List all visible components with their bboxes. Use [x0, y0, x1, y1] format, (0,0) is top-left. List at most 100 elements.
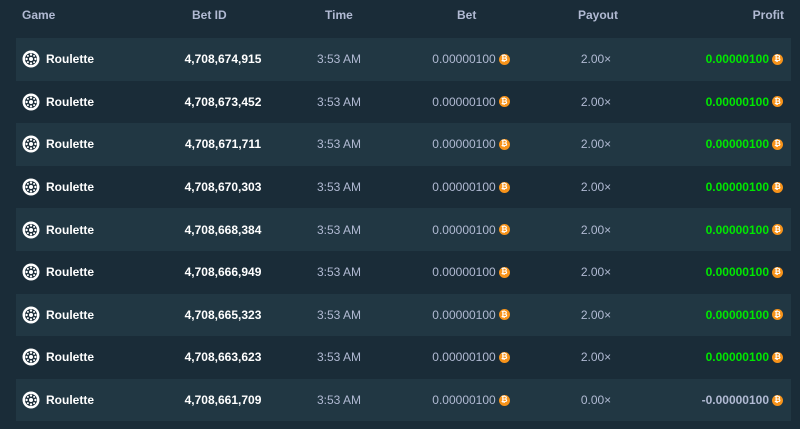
game-cell[interactable]: Roulette — [22, 123, 94, 166]
bet-id[interactable]: 4,708,666,949 — [185, 265, 262, 279]
table-header: Game Bet ID Time Bet Payout Profit — [0, 0, 800, 32]
bet-amount-cell: 0.00000100 ₿ — [416, 208, 526, 251]
bitcoin-coin-icon: ₿ — [498, 96, 510, 108]
payout-cell: 2.00× — [556, 251, 636, 294]
payout-multiplier: 2.00× — [580, 94, 612, 109]
bitcoin-coin-icon: ₿ — [772, 138, 783, 150]
column-header-payout: Payout — [578, 8, 619, 22]
bet-id-cell[interactable]: 4,708,670,303 — [146, 166, 300, 209]
table-row[interactable]: Roulette 4,708,665,323 3:53 AM 0.0000010… — [16, 293, 791, 337]
bet-id-cell[interactable]: 4,708,663,623 — [146, 336, 300, 379]
roulette-wheel-icon — [22, 348, 40, 366]
game-cell[interactable]: Roulette — [22, 208, 94, 251]
bet-amount: 0.00000100 — [432, 393, 496, 408]
table-row[interactable]: Roulette 4,708,666,949 3:53 AM 0.0000010… — [16, 251, 791, 294]
game-name[interactable]: Roulette — [46, 308, 94, 322]
table-body: Roulette 4,708,674,915 3:53 AM 0.0000010… — [16, 38, 791, 422]
time-cell: 3:53 AM — [300, 294, 378, 337]
game-cell[interactable]: Roulette — [22, 336, 94, 379]
bitcoin-coin-icon: ₿ — [772, 266, 783, 278]
game-cell[interactable]: Roulette — [22, 294, 94, 337]
profit-cell: 0.00000100 ₿ — [706, 294, 783, 337]
payout-cell: 2.00× — [556, 38, 636, 81]
bet-time: 3:53 AM — [316, 350, 362, 365]
bet-id-cell[interactable]: 4,708,674,915 — [146, 38, 300, 81]
game-name[interactable]: Roulette — [46, 223, 94, 237]
game-name[interactable]: Roulette — [46, 393, 94, 407]
column-header-bet: Bet — [457, 8, 477, 22]
bitcoin-coin-icon: ₿ — [772, 309, 783, 321]
roulette-wheel-icon — [22, 263, 40, 281]
payout-multiplier: 2.00× — [580, 350, 612, 365]
bet-time: 3:53 AM — [316, 307, 362, 322]
table-row[interactable]: Roulette 4,708,661,709 3:53 AM 0.0000010… — [16, 378, 791, 422]
game-name[interactable]: Roulette — [46, 95, 94, 109]
game-cell[interactable]: Roulette — [22, 251, 94, 294]
time-cell: 3:53 AM — [300, 208, 378, 251]
game-name[interactable]: Roulette — [46, 265, 94, 279]
roulette-wheel-icon — [22, 135, 40, 153]
payout-multiplier: 0.00× — [580, 393, 612, 408]
roulette-wheel-icon — [22, 221, 40, 239]
time-cell: 3:53 AM — [300, 166, 378, 209]
bet-id-cell[interactable]: 4,708,668,384 — [146, 208, 300, 251]
bet-id[interactable]: 4,708,668,384 — [185, 223, 262, 237]
profit-amount: 0.00000100 — [705, 265, 769, 280]
game-name[interactable]: Roulette — [46, 137, 94, 151]
game-name[interactable]: Roulette — [46, 350, 94, 364]
bitcoin-coin-icon: ₿ — [498, 394, 510, 406]
game-name[interactable]: Roulette — [46, 180, 94, 194]
table-row[interactable]: Roulette 4,708,663,623 3:53 AM 0.0000010… — [16, 336, 791, 379]
table-row[interactable]: Roulette 4,708,671,711 3:53 AM 0.0000010… — [16, 123, 791, 166]
table-row[interactable]: Roulette 4,708,674,915 3:53 AM 0.0000010… — [16, 38, 791, 81]
bet-id-cell[interactable]: 4,708,661,709 — [146, 379, 300, 422]
roulette-wheel-icon — [22, 391, 40, 409]
bet-amount-cell: 0.00000100 ₿ — [416, 251, 526, 294]
column-header-bet-id: Bet ID — [192, 8, 227, 22]
bet-amount: 0.00000100 — [432, 94, 496, 109]
bitcoin-coin-icon: ₿ — [498, 309, 510, 321]
bet-id[interactable]: 4,708,665,323 — [185, 308, 262, 322]
bet-amount: 0.00000100 — [432, 222, 496, 237]
game-name[interactable]: Roulette — [46, 52, 94, 66]
table-row[interactable]: Roulette 4,708,673,452 3:53 AM 0.0000010… — [16, 81, 791, 124]
bet-id-cell[interactable]: 4,708,673,452 — [146, 81, 300, 124]
bet-id-cell[interactable]: 4,708,666,949 — [146, 251, 300, 294]
bet-time: 3:53 AM — [316, 137, 362, 152]
time-cell: 3:53 AM — [300, 379, 378, 422]
time-cell: 3:53 AM — [300, 123, 378, 166]
bet-time: 3:53 AM — [316, 393, 362, 408]
payout-multiplier: 2.00× — [580, 52, 612, 67]
payout-cell: 2.00× — [556, 123, 636, 166]
profit-amount: -0.00000100 — [701, 393, 769, 408]
bet-amount-cell: 0.00000100 ₿ — [416, 294, 526, 337]
bets-table: Game Bet ID Time Bet Payout Profit Roule… — [0, 0, 800, 429]
payout-cell: 2.00× — [556, 81, 636, 124]
bet-id[interactable]: 4,708,671,711 — [185, 137, 261, 151]
bet-amount-cell: 0.00000100 ₿ — [416, 38, 526, 81]
game-cell[interactable]: Roulette — [22, 379, 94, 422]
profit-amount: 0.00000100 — [705, 350, 769, 365]
bet-amount-cell: 0.00000100 ₿ — [416, 166, 526, 209]
bet-id-cell[interactable]: 4,708,665,323 — [146, 294, 300, 337]
bet-id[interactable]: 4,708,663,623 — [185, 350, 262, 364]
game-cell[interactable]: Roulette — [22, 166, 94, 209]
bet-id[interactable]: 4,708,674,915 — [185, 52, 262, 66]
bet-amount: 0.00000100 — [432, 52, 496, 67]
game-cell[interactable]: Roulette — [22, 38, 94, 81]
table-row[interactable]: Roulette 4,708,670,303 3:53 AM 0.0000010… — [16, 166, 791, 209]
bet-id[interactable]: 4,708,661,709 — [185, 393, 262, 407]
profit-cell: 0.00000100 ₿ — [706, 38, 783, 81]
game-cell[interactable]: Roulette — [22, 81, 94, 124]
time-cell: 3:53 AM — [300, 336, 378, 379]
bet-time: 3:53 AM — [316, 94, 362, 109]
bet-id[interactable]: 4,708,670,303 — [185, 180, 262, 194]
bet-amount-cell: 0.00000100 ₿ — [416, 81, 526, 124]
bet-id[interactable]: 4,708,673,452 — [185, 95, 262, 109]
profit-cell: 0.00000100 ₿ — [706, 251, 783, 294]
bet-id-cell[interactable]: 4,708,671,711 — [146, 123, 300, 166]
profit-amount: 0.00000100 — [705, 180, 769, 195]
table-row[interactable]: Roulette 4,708,668,384 3:53 AM 0.0000010… — [16, 208, 791, 251]
bitcoin-coin-icon: ₿ — [498, 138, 510, 150]
profit-cell: 0.00000100 ₿ — [706, 166, 783, 209]
